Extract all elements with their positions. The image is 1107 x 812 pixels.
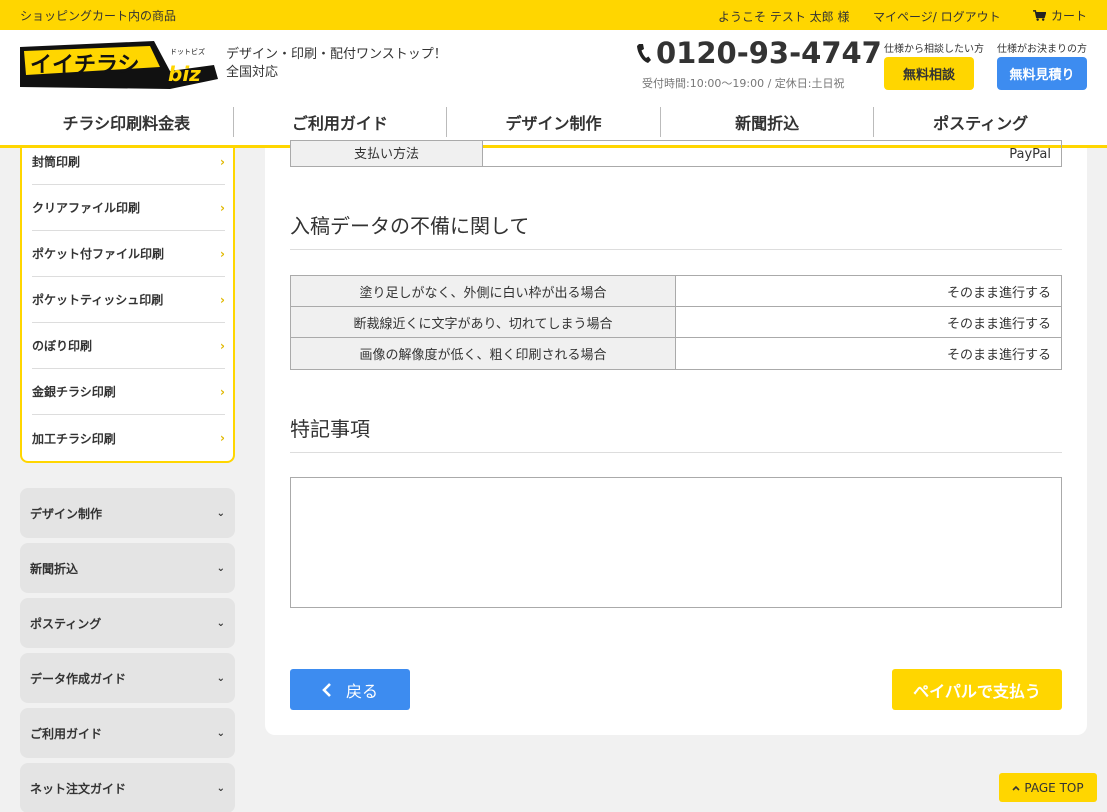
sidebar-item-label: 封筒印刷 xyxy=(32,155,81,169)
nav-item-design[interactable]: デザイン制作 xyxy=(447,107,661,137)
phone-number: 0120-93-4747 xyxy=(656,36,882,70)
sidebar-item-gold-silver[interactable]: 金銀チラシ印刷 › xyxy=(32,369,225,415)
table-cell-value: そのまま進行する xyxy=(946,285,1051,301)
table-cell-label: 塗り足しがなく、外側に白い枠が出る場合 xyxy=(291,276,676,306)
chevron-left-icon xyxy=(322,682,331,697)
accordion-label: ポスティング xyxy=(30,616,102,631)
top-bar: ショッピングカート内の商品 ようこそ テスト 太郎 様 マイページ/ ログアウト… xyxy=(0,0,1107,30)
sidebar-accordion-design[interactable]: デザイン制作 ⌄ xyxy=(20,488,235,538)
order-confirm-panel: 支払い方法 PayPal 入稿データの不備に関して 塗り足しがなく、外側に白い枠… xyxy=(265,140,1087,735)
accordion-label: ご利用ガイド xyxy=(30,726,103,741)
sidebar-item-processed[interactable]: 加工チラシ印刷 › xyxy=(32,415,225,461)
sidebar-item-pocket-tissue[interactable]: ポケットティッシュ印刷 › xyxy=(32,277,225,323)
nav-item-guide[interactable]: ご利用ガイド xyxy=(234,107,448,137)
nav-item-posting[interactable]: ポスティング xyxy=(874,107,1087,137)
sidebar-accordion-usage-guide[interactable]: ご利用ガイド ⌄ xyxy=(20,708,235,758)
sidebar-item-pocket-file[interactable]: ポケット付ファイル印刷 › xyxy=(32,231,225,277)
chevron-right-icon: › xyxy=(220,384,225,399)
phone-icon xyxy=(637,44,651,63)
back-button[interactable]: 戻る xyxy=(290,669,410,710)
nav-item-price-list[interactable]: チラシ印刷料金表 xyxy=(20,107,234,137)
chevron-down-icon: ⌄ xyxy=(216,727,225,739)
sidebar-accordion-data-guide[interactable]: データ作成ガイド ⌄ xyxy=(20,653,235,703)
chevron-right-icon: › xyxy=(220,246,225,261)
tagline: デザイン・印刷・配付ワンストップ！ 全国対応 xyxy=(226,46,447,82)
sidebar-item-label: 加工チラシ印刷 xyxy=(32,431,116,446)
cart-icon xyxy=(1033,10,1046,21)
cart-items-link[interactable]: ショッピングカート内の商品 xyxy=(20,7,176,24)
table-cell-label: 画像の解像度が低く、粗く印刷される場合 xyxy=(291,338,676,369)
sidebar-accordion-posting[interactable]: ポスティング ⌄ xyxy=(20,598,235,648)
chevron-right-icon: › xyxy=(220,154,225,169)
chevron-down-icon: ⌄ xyxy=(216,782,225,794)
chevron-down-icon: ⌄ xyxy=(216,562,225,574)
tagline-line2: 全国対応 xyxy=(226,65,279,80)
sidebar-accordion-order-guide[interactable]: ネット注文ガイド ⌄ xyxy=(20,763,235,812)
consult-caption: 仕様から相談したい方 xyxy=(884,44,984,55)
accordion-label: データ作成ガイド xyxy=(30,671,127,686)
chevron-down-icon: ⌄ xyxy=(216,617,225,629)
tagline-line1: デザイン・印刷・配付ワンストップ！ xyxy=(226,47,447,62)
data-issue-heading: 入稿データの不備に関して xyxy=(290,210,1062,250)
table-cell-value: そのまま進行する xyxy=(946,348,1051,363)
chevron-right-icon: › xyxy=(220,338,225,353)
free-consult-button[interactable]: 無料相談 xyxy=(884,57,974,90)
free-estimate-button[interactable]: 無料見積り xyxy=(997,57,1087,90)
table-row: 断裁線近くに文字があり、切れてしまう場合 そのまま進行する xyxy=(291,307,1061,338)
table-cell-value: そのまま進行する xyxy=(946,316,1051,332)
nav-item-newspaper-insert[interactable]: 新聞折込 xyxy=(661,107,875,137)
sidebar-item-label: のぼり印刷 xyxy=(32,339,93,353)
accordion-label: 新聞折込 xyxy=(30,561,79,576)
site-logo[interactable]: イイチラシ ドットビズ biz xyxy=(20,39,218,90)
table-cell-label: 断裁線近くに文字があり、切れてしまう場合 xyxy=(291,307,676,337)
accordion-label: ネット注文ガイド xyxy=(30,781,127,796)
accordion-label: デザイン制作 xyxy=(30,506,103,521)
back-button-label: 戻る xyxy=(345,681,378,701)
sidebar-category-list: 封筒印刷 › クリアファイル印刷 › ポケット付ファイル印刷 › ポケットティッ… xyxy=(20,148,235,463)
data-issue-table: 塗り足しがなく、外側に白い枠が出る場合 そのまま進行する 断裁線近くに文字があり… xyxy=(290,275,1062,370)
phone-contact[interactable]: 0120-93-4747 xyxy=(636,36,882,70)
payment-method-value: PayPal xyxy=(1009,147,1051,162)
sidebar-item-label: クリアファイル印刷 xyxy=(32,201,141,215)
page-top-button[interactable]: PAGE TOP xyxy=(999,773,1097,802)
logo-biz: biz xyxy=(168,62,201,86)
sidebar-item-clear-file[interactable]: クリアファイル印刷 › xyxy=(32,185,225,231)
site-header: イイチラシ ドットビズ biz デザイン・印刷・配付ワンストップ！ 全国対応 0… xyxy=(0,30,1107,148)
mypage-logout-link[interactable]: マイページ/ ログアウト xyxy=(873,8,1001,25)
welcome-message: ようこそ テスト 太郎 様 xyxy=(718,10,850,24)
page-top-label: PAGE TOP xyxy=(1024,780,1084,795)
chevron-down-icon: ⌄ xyxy=(216,672,225,684)
table-row: 画像の解像度が低く、粗く印刷される場合 そのまま進行する xyxy=(291,338,1061,369)
cart-link[interactable]: カート xyxy=(1033,7,1087,24)
estimate-caption: 仕様がお決まりの方 xyxy=(997,44,1087,55)
sidebar-item-label: ポケット付ファイル印刷 xyxy=(32,247,165,261)
logo-sub: ドットビズ xyxy=(170,47,205,56)
business-hours: 受付時間:10:00〜19:00 / 定休日:土日祝 xyxy=(642,77,845,90)
sidebar-item-envelope[interactable]: 封筒印刷 › xyxy=(32,139,225,185)
main-nav: チラシ印刷料金表 ご利用ガイド デザイン制作 新聞折込 ポスティング xyxy=(20,104,1087,140)
chevron-down-icon: ⌄ xyxy=(216,507,225,519)
notes-heading: 特記事項 xyxy=(290,413,1062,453)
table-row: 塗り足しがなく、外側に白い枠が出る場合 そのまま進行する xyxy=(291,276,1061,307)
sidebar-item-label: ポケットティッシュ印刷 xyxy=(32,293,164,307)
chevron-right-icon: › xyxy=(220,431,225,445)
sidebar-item-nobori[interactable]: のぼり印刷 › xyxy=(32,323,225,369)
chevron-right-icon: › xyxy=(220,200,225,215)
payment-method-label: 支払い方法 xyxy=(291,141,483,166)
paypal-pay-button[interactable]: ペイパルで支払う xyxy=(892,669,1062,710)
payment-method-row: 支払い方法 PayPal xyxy=(290,140,1062,167)
notes-field[interactable] xyxy=(290,477,1062,608)
chevron-right-icon: › xyxy=(220,292,225,307)
cart-label: カート xyxy=(1051,9,1088,23)
sidebar-accordion-newspaper[interactable]: 新聞折込 ⌄ xyxy=(20,543,235,593)
chevron-up-icon xyxy=(1012,785,1020,791)
logo-text: イイチラシ xyxy=(30,53,140,78)
sidebar-item-label: 金銀チラシ印刷 xyxy=(32,385,116,399)
